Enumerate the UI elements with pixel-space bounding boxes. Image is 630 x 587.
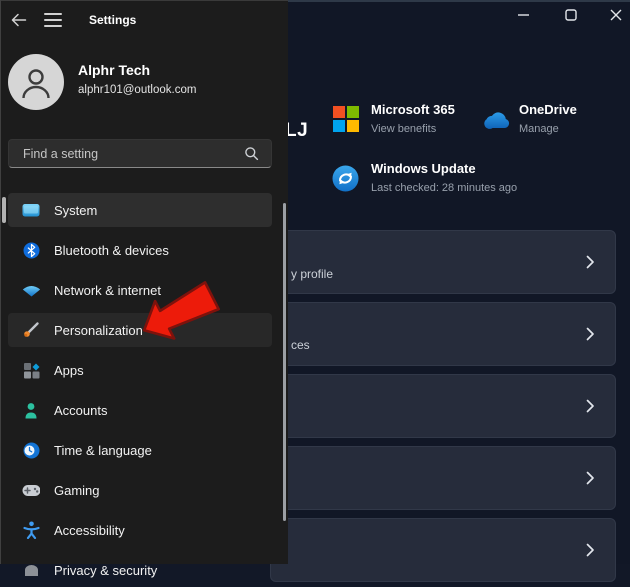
sidebar-item-gaming[interactable]: Gaming xyxy=(8,473,272,507)
accessibility-person-icon xyxy=(22,521,40,539)
sidebar-item-label: Time & language xyxy=(54,442,152,458)
promo-title: OneDrive xyxy=(519,102,577,117)
settings-card-row[interactable]: ces xyxy=(270,302,616,366)
gamepad-icon xyxy=(22,481,40,499)
window-left-border xyxy=(0,0,1,564)
settings-card-row[interactable] xyxy=(270,518,616,582)
card-text-fragment: ces xyxy=(291,338,310,352)
ms-square-yellow xyxy=(347,120,359,132)
ms-square-blue xyxy=(333,120,345,132)
sidebar-item-label: Bluetooth & devices xyxy=(54,242,169,258)
promo-onedrive: OneDrive Manage xyxy=(519,103,577,136)
maximize-button[interactable] xyxy=(551,0,591,30)
sidebar-item-system[interactable]: System xyxy=(8,193,272,227)
windows-update-icon xyxy=(332,165,359,192)
chevron-right-icon xyxy=(586,255,594,269)
red-annotation-arrow xyxy=(142,281,220,340)
sidebar-item-label: Privacy & security xyxy=(54,562,158,578)
personalization-brush-icon xyxy=(22,321,40,339)
selected-item-indicator xyxy=(2,197,6,223)
sidebar-item-accounts[interactable]: Accounts xyxy=(8,393,272,427)
back-button[interactable] xyxy=(6,10,30,30)
promo-windows-update: Windows Update Last checked: 28 minutes … xyxy=(371,162,517,195)
search-box[interactable] xyxy=(8,139,272,168)
maximize-icon xyxy=(565,9,577,21)
wifi-icon xyxy=(22,281,40,299)
sidebar-item-label: Accessibility xyxy=(54,522,125,538)
sidebar-item-label: Personalization xyxy=(54,322,143,338)
sidebar-item-apps[interactable]: Apps xyxy=(8,353,272,387)
settings-card-row[interactable]: y profile xyxy=(270,230,616,294)
chevron-right-icon xyxy=(586,471,594,485)
chevron-right-icon xyxy=(586,327,594,341)
onedrive-icon xyxy=(484,112,510,129)
search-icon xyxy=(244,146,259,161)
sidebar: Settings Alphr Tech alphr101@outlook.com… xyxy=(0,0,288,578)
apps-icon xyxy=(22,361,40,379)
bluetooth-icon xyxy=(22,241,40,259)
sidebar-item-label: Accounts xyxy=(54,402,108,418)
promo-title: Windows Update xyxy=(371,161,476,176)
sidebar-item-time-language[interactable]: Time & language xyxy=(8,433,272,467)
sidebar-item-bluetooth-devices[interactable]: Bluetooth & devices xyxy=(8,233,272,267)
card-text-fragment: y profile xyxy=(291,267,334,281)
minimize-icon xyxy=(518,14,529,16)
ms-square-green xyxy=(347,106,359,118)
promo-microsoft-365: Microsoft 365 View benefits xyxy=(371,103,455,136)
profile-name: Alphr Tech xyxy=(78,62,151,78)
sidebar-scrollbar-thumb[interactable] xyxy=(283,203,286,521)
sidebar-item-accessibility[interactable]: Accessibility xyxy=(8,513,272,547)
chevron-right-icon xyxy=(586,399,594,413)
sidebar-item-label: Gaming xyxy=(54,482,100,498)
settings-card-row[interactable] xyxy=(270,374,616,438)
back-arrow-icon xyxy=(11,13,26,27)
promo-status: Last checked: 28 minutes ago xyxy=(371,182,518,194)
settings-window: { "window": { "title": "Settings" }, "pr… xyxy=(0,0,630,582)
sidebar-item-privacy-security[interactable]: Privacy & security xyxy=(8,553,272,587)
avatar[interactable] xyxy=(8,54,64,110)
navigation-menu-button[interactable] xyxy=(43,13,63,27)
sidebar-item-label: Apps xyxy=(54,362,84,378)
page-title: Settings xyxy=(89,13,137,27)
settings-card-row[interactable] xyxy=(270,446,616,510)
device-heading-fragment: LJ xyxy=(285,120,309,141)
window-top-border xyxy=(0,0,288,1)
sidebar-item-label: System xyxy=(54,202,98,218)
search-input[interactable] xyxy=(9,146,244,161)
hamburger-icon xyxy=(44,13,62,15)
promo-title: Microsoft 365 xyxy=(371,102,455,117)
microsoft-logo-icon xyxy=(333,106,359,132)
accounts-icon xyxy=(22,401,40,419)
minimize-button[interactable] xyxy=(504,0,544,30)
promo-link[interactable]: Manage xyxy=(519,123,577,136)
clock-globe-icon xyxy=(22,441,40,459)
ms-square-red xyxy=(333,106,345,118)
person-icon xyxy=(22,69,50,99)
close-button[interactable] xyxy=(596,0,630,30)
profile-email: alphr101@outlook.com xyxy=(78,84,197,96)
system-icon xyxy=(22,201,40,219)
promo-link[interactable]: View benefits xyxy=(371,123,455,136)
close-icon xyxy=(610,9,622,21)
chevron-right-icon xyxy=(586,543,594,557)
